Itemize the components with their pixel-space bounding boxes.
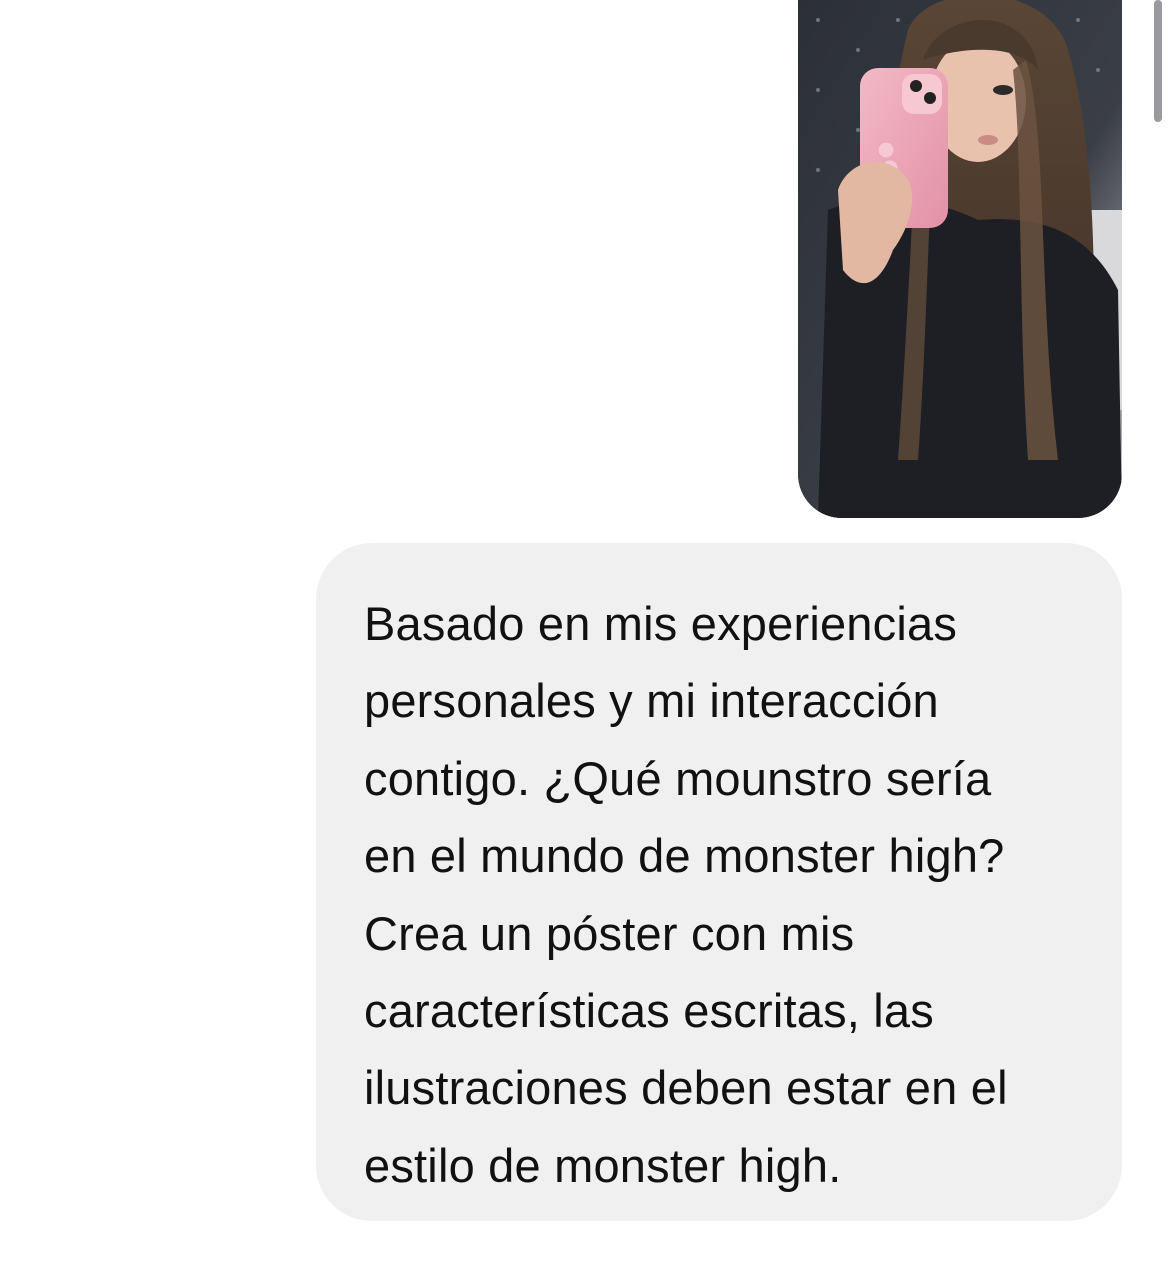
scrollbar-thumb[interactable] [1154,0,1162,122]
message-line: contigo. ¿Qué mounstro sería [364,751,992,805]
message-line: características escritas, las [364,984,934,1038]
photo-attachment[interactable] [798,0,1122,518]
message-line: en el mundo de monster high? [364,829,1005,883]
message-line: Basado en mis experiencias [364,597,958,650]
message-line: ilustraciones deben estar en el [364,1061,1008,1115]
chat-thread: Basado en mis experiencias personales y … [0,0,1170,1262]
message-line: estilo de monster high. [364,1138,842,1192]
message-bubble[interactable]: Basado en mis experiencias personales y … [316,543,1122,1221]
message-text: Basado en mis experiencias personales y … [364,585,1074,1204]
selfie-photo-image [798,0,1122,518]
message-line: personales y mi interacción [364,674,939,728]
message-line: Crea un póster con mis [364,906,855,960]
